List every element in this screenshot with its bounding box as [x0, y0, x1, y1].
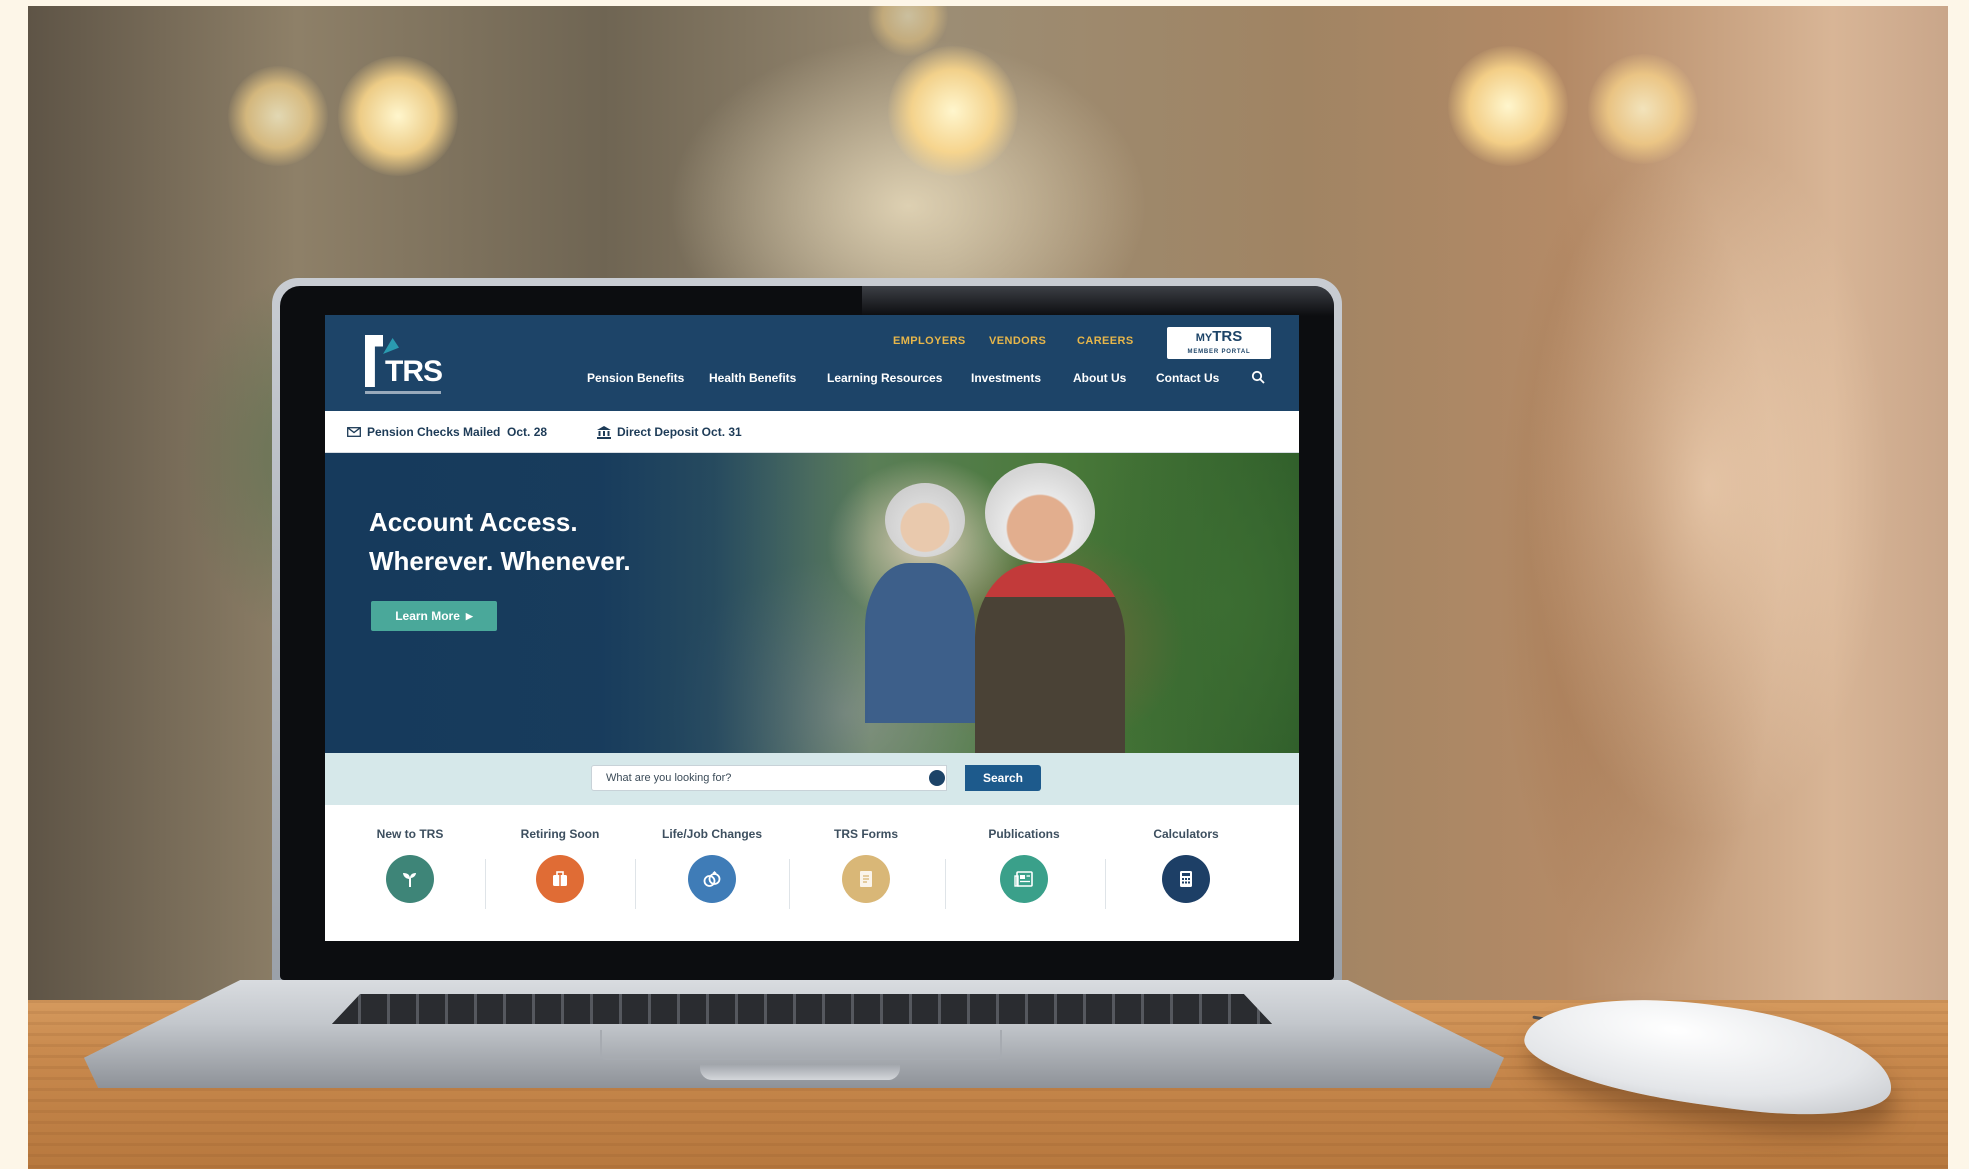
nav-health-benefits[interactable]: Health Benefits — [709, 371, 796, 385]
mail-icon — [347, 427, 361, 437]
quick-link-retiring-soon[interactable]: Retiring Soon — [485, 827, 635, 903]
laptop-screen: TRS EMPLOYERS VENDORS CAREERS MYTRS MEMB… — [325, 315, 1299, 941]
quick-link-new-to-trs[interactable]: New to TRS — [335, 827, 485, 903]
hero-banner: Account Access. Wherever. Whenever. Lear… — [325, 453, 1299, 753]
site-search-band: Search — [325, 753, 1299, 805]
utility-link-vendors[interactable]: VENDORS — [989, 335, 1046, 347]
utility-link-careers[interactable]: CAREERS — [1077, 335, 1134, 347]
quick-link-label: Life/Job Changes — [661, 827, 762, 841]
nav-investments[interactable]: Investments — [971, 371, 1041, 385]
payment-dates-bar: Pension Checks Mailed Oct. 28 Direct Dep… — [325, 411, 1299, 453]
quick-link-trs-forms[interactable]: TRS Forms — [791, 827, 941, 903]
utility-link-employers[interactable]: EMPLOYERS — [893, 335, 966, 347]
hero-line-1: Account Access. — [369, 507, 578, 537]
learn-more-label: Learn More — [395, 609, 460, 623]
nav-learning-resources[interactable]: Learning Resources — [827, 371, 942, 385]
play-icon: ▶ — [465, 610, 473, 621]
direct-deposit-text: Direct Deposit Oct. 31 — [617, 425, 742, 439]
quick-link-calculators[interactable]: Calculators — [1111, 827, 1261, 903]
laptop-keyboard — [332, 994, 1272, 1024]
quick-link-label: New to TRS — [376, 827, 444, 841]
pension-checks-text: Pension Checks Mailed Oct. 28 — [367, 425, 548, 439]
quick-link-label: Calculators — [1153, 827, 1219, 841]
pension-checks-alert: Pension Checks Mailed Oct. 28 — [347, 425, 547, 439]
quick-link-life-job-changes[interactable]: Life/Job Changes — [637, 827, 787, 903]
search-button[interactable]: Search — [965, 765, 1041, 791]
quick-links: New to TRS Retiring Soon Life/Job Change… — [325, 805, 1299, 941]
portal-subtitle: MEMBER PORTAL — [1187, 349, 1251, 355]
rings-icon — [688, 855, 736, 903]
quick-link-label: TRS Forms — [833, 827, 898, 841]
calculator-icon — [1162, 855, 1210, 903]
suitcase-icon — [536, 855, 584, 903]
learn-more-button[interactable]: Learn More ▶ — [371, 601, 497, 631]
voice-search-icon[interactable] — [929, 770, 945, 786]
nav-contact-us[interactable]: Contact Us — [1156, 371, 1219, 385]
portal-my: MY — [1195, 332, 1213, 344]
portal-name: TRS — [1212, 328, 1243, 345]
nav-pension-benefits[interactable]: Pension Benefits — [587, 371, 684, 385]
site-header: TRS EMPLOYERS VENDORS CAREERS MYTRS MEMB… — [325, 315, 1299, 411]
document-icon — [842, 855, 890, 903]
logo-text: TRS — [385, 355, 443, 388]
quick-link-label: Retiring Soon — [520, 827, 600, 841]
mytrs-member-portal-button[interactable]: MYTRS MEMBER PORTAL — [1167, 327, 1271, 359]
quick-link-publications[interactable]: Publications — [949, 827, 1099, 903]
nav-about-us[interactable]: About Us — [1073, 371, 1126, 385]
site-search-input[interactable] — [591, 765, 947, 791]
sprout-icon — [386, 855, 434, 903]
hero-headline: Account Access. Wherever. Whenever. — [369, 503, 789, 581]
trs-logo[interactable]: TRS — [365, 335, 445, 397]
laptop-trackpad — [600, 1030, 1002, 1060]
hero-line-2: Wherever. Whenever. — [369, 546, 631, 576]
search-icon[interactable] — [1251, 370, 1265, 384]
direct-deposit-alert: Direct Deposit Oct. 31 — [597, 425, 742, 439]
quick-link-label: Publications — [988, 827, 1060, 841]
newspaper-icon — [1000, 855, 1048, 903]
bank-icon — [597, 425, 611, 439]
